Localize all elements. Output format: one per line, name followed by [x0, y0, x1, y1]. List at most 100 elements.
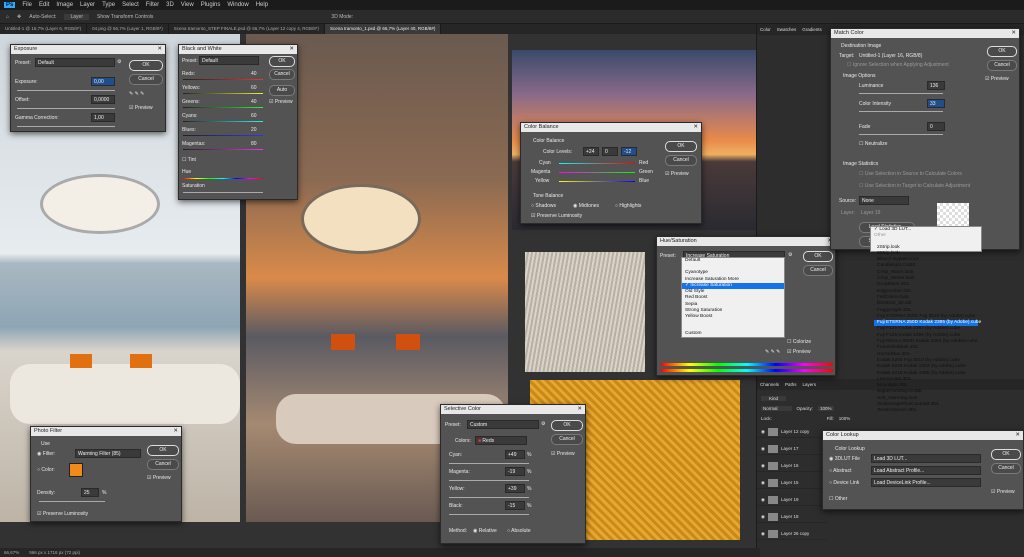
lut-item[interactable]: TensionGreen.3DL — [874, 408, 978, 414]
cancel-button[interactable]: Cancel — [803, 265, 833, 276]
layer-select[interactable]: Layer — [64, 13, 89, 20]
hue-slider[interactable] — [183, 178, 263, 179]
relative-radio[interactable]: ◉ Relative — [473, 528, 497, 534]
ok-button[interactable]: OK — [991, 449, 1021, 460]
level-yellow-blue[interactable]: -12 — [621, 147, 637, 156]
colorize-checkbox[interactable]: ☐ Colorize — [787, 339, 811, 345]
black-slider[interactable] — [449, 514, 529, 515]
preview-checkbox[interactable]: ☑ Preview — [985, 76, 1009, 82]
eye-icon[interactable]: ◉ — [761, 514, 765, 520]
kind-filter[interactable]: Kind — [761, 396, 787, 401]
opacity-value[interactable]: 100% — [818, 406, 834, 411]
highlights-radio[interactable]: ○ Highlights — [615, 203, 641, 209]
eye-icon[interactable]: ◉ — [761, 446, 765, 452]
ignore-selection-checkbox[interactable]: ☐ Ignore Selection when Applying Adjustm… — [847, 62, 949, 68]
cyans-value[interactable]: 60 — [251, 113, 257, 119]
menu-layer[interactable]: Layer — [80, 2, 95, 8]
exposure-field[interactable]: 0,00 — [91, 77, 115, 86]
lut-file-radio[interactable]: ◉ 3DLUT File — [829, 456, 860, 462]
ok-button[interactable]: OK — [665, 141, 697, 152]
auto-select-checkbox[interactable]: Auto-Select: — [29, 14, 56, 20]
abstract-select[interactable]: Load Abstract Profile... — [871, 466, 981, 475]
preview-checkbox[interactable]: ☑ Preview — [787, 349, 811, 355]
doc-tab[interactable]: Scena tramonto_STEP FINALE.psd @ 66,7% (… — [169, 24, 326, 34]
cancel-button[interactable]: Cancel — [665, 155, 697, 166]
menu-3d[interactable]: 3D — [166, 2, 174, 8]
preview-checkbox[interactable]: ☑ Preview — [665, 171, 689, 177]
close-icon[interactable]: ✕ — [1011, 30, 1016, 37]
eye-icon[interactable]: ◉ — [761, 429, 765, 435]
close-icon[interactable]: ✕ — [289, 46, 294, 53]
preview-checkbox[interactable]: ☑ Preview — [147, 475, 171, 481]
luminance-field[interactable]: 136 — [927, 81, 945, 90]
greens-slider[interactable] — [183, 107, 263, 108]
density-slider[interactable] — [39, 501, 105, 502]
level-magenta-green[interactable]: 0 — [602, 147, 618, 156]
auto-button[interactable]: Auto — [269, 85, 295, 96]
fill-value[interactable]: 100% — [839, 416, 851, 421]
other-checkbox[interactable]: ☐ Other — [829, 496, 847, 502]
cyans-slider[interactable] — [183, 121, 263, 122]
menu-plugins[interactable]: Plugins — [201, 2, 221, 8]
gear-icon[interactable]: ⚙ — [788, 252, 792, 258]
ok-button[interactable]: OK — [551, 420, 583, 431]
menu-file[interactable]: File — [22, 2, 32, 8]
yellow-slider[interactable] — [449, 497, 529, 498]
doc-tab[interactable]: 04.png @ 66,7% (Layer 1, RGB/8*) — [87, 24, 169, 34]
show-transform-checkbox[interactable]: Show Transform Controls — [97, 14, 153, 20]
lut-file-select[interactable]: Load 3D LUT... — [871, 454, 981, 463]
tab-gradients[interactable]: Gradients — [802, 27, 822, 32]
device-link-select[interactable]: Load DeviceLink Profile... — [871, 478, 981, 487]
move-tool-icon[interactable]: ✥ — [17, 14, 21, 20]
blend-mode-select[interactable]: Normal — [761, 406, 792, 411]
tab-swatches[interactable]: Swatches — [777, 27, 797, 32]
menu-type[interactable]: Type — [102, 2, 115, 8]
layer-row[interactable]: ◉ Layer 17 — [757, 443, 827, 455]
tab-color[interactable]: Color — [760, 27, 771, 32]
offset-field[interactable]: 0,0000 — [91, 95, 115, 104]
neutralize-checkbox[interactable]: ☐ Neutralize — [859, 141, 887, 147]
offset-slider[interactable] — [17, 108, 115, 109]
tab-channels[interactable]: Channels — [760, 382, 779, 387]
use-target-selection-checkbox[interactable]: ☐ Use Selection in Target to Calculate A… — [859, 183, 970, 189]
yellows-slider[interactable] — [183, 93, 263, 94]
menu-window[interactable]: Window — [227, 2, 248, 8]
shadows-radio[interactable]: ○ Shadows — [531, 203, 556, 209]
midtones-radio[interactable]: ◉ Midtones — [573, 203, 599, 209]
filter-color-swatch[interactable] — [69, 463, 83, 477]
tab-paths[interactable]: Paths — [785, 382, 797, 387]
blues-value[interactable]: 20 — [251, 127, 257, 133]
gear-icon[interactable]: ⚙ — [541, 421, 545, 427]
level-cyan-red[interactable]: +24 — [583, 147, 599, 156]
menu-edit[interactable]: Edit — [39, 2, 49, 8]
lut-item[interactable]: Kodak 5218 Kodak 2395 (by Adobe).cube — [874, 371, 978, 377]
menu-view[interactable]: View — [181, 2, 194, 8]
yellow-field[interactable]: +39 — [505, 484, 525, 493]
black-field[interactable]: -15 — [505, 501, 525, 510]
layer-row[interactable]: ◉ Layer 18 — [757, 511, 827, 523]
gamma-field[interactable]: 1,00 — [91, 113, 115, 122]
abstract-radio[interactable]: ○ Abstract — [829, 468, 851, 474]
preserve-luminosity-checkbox[interactable]: ☑ Preserve Luminosity — [37, 511, 88, 517]
intensity-slider[interactable] — [859, 111, 943, 112]
use-source-selection-checkbox[interactable]: ☐ Use Selection in Source to Calculate C… — [859, 171, 962, 177]
reds-slider[interactable] — [183, 79, 263, 80]
eyedropper-icons[interactable]: ✎ ✎ ✎ — [129, 91, 144, 97]
ok-button[interactable]: OK — [147, 445, 179, 456]
gamma-slider[interactable] — [17, 126, 115, 127]
doc-tab[interactable]: Untitled-1 @ 16,7% (Layer 6, RGB/8*) — [0, 24, 88, 34]
reds-value[interactable]: 40 — [251, 71, 257, 77]
cancel-button[interactable]: Cancel — [269, 69, 295, 80]
cyan-slider[interactable] — [449, 463, 529, 464]
yellow-blue-slider[interactable] — [559, 181, 635, 182]
layer-row[interactable]: ◉ Layer 16 — [757, 460, 827, 472]
lut-item[interactable]: Kodak 5218 Kodak 2383 (by Adobe).cube — [874, 364, 978, 370]
cancel-button[interactable]: Cancel — [987, 60, 1017, 71]
cyan-field[interactable]: +49 — [505, 450, 525, 459]
saturation-slider[interactable] — [183, 192, 263, 193]
fade-field[interactable]: 0 — [927, 122, 945, 131]
layer-row[interactable]: ◉ Layer 15 — [757, 477, 827, 489]
intensity-field[interactable]: 33 — [927, 99, 945, 108]
eye-icon[interactable]: ◉ — [761, 497, 765, 503]
filter-radio[interactable]: ◉ Filter: — [37, 451, 55, 457]
